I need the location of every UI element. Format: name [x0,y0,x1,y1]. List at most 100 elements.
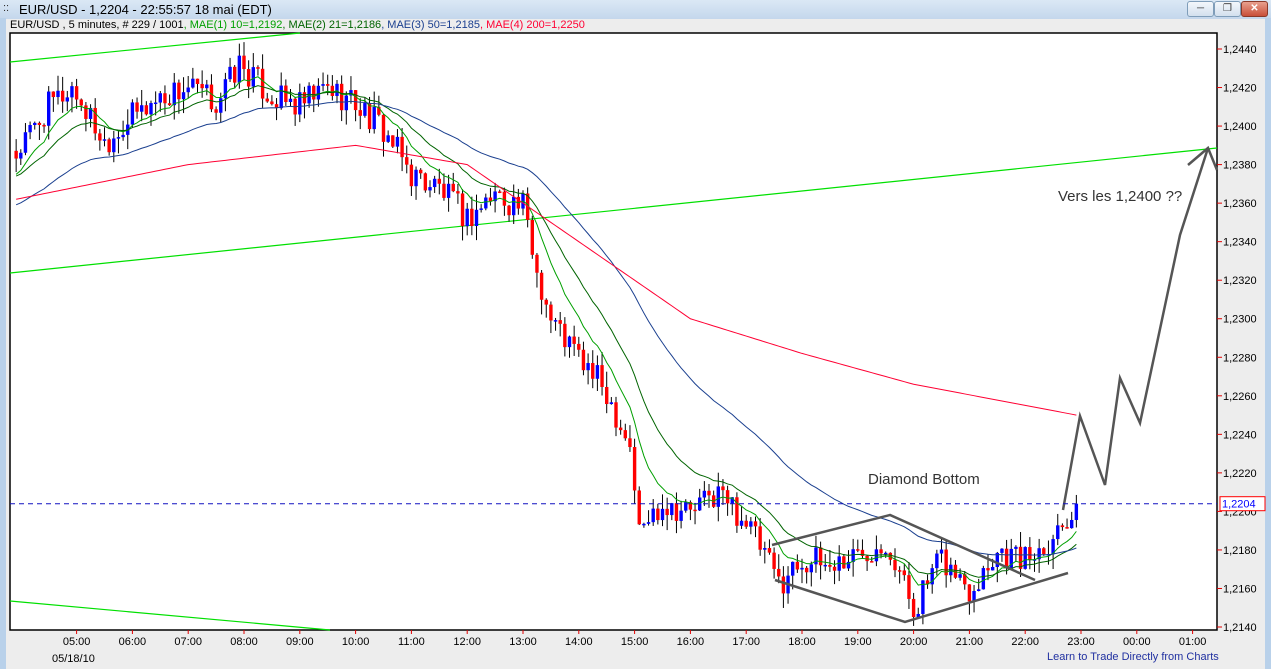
candle-body [470,208,474,227]
x-tick-label: 01:00 [1179,636,1207,648]
candle-body [512,196,516,216]
price-chart[interactable]: 1,2440 1,2420 1,2400 1,2380 1,2360 1,2340 1,23… [0,0,1271,669]
candle [1023,546,1027,570]
candle-body [153,102,158,105]
candle-body [832,566,837,571]
candle-body [986,568,990,571]
candle-body [581,349,586,371]
candle-body [609,402,614,405]
candle-body [251,67,255,87]
candle-body [674,503,679,521]
candle-body [372,106,376,130]
x-tick-label: 09:00 [286,636,314,648]
candle-body [586,363,590,371]
candle-body [870,561,874,563]
candle-body [37,122,42,125]
candle-body [744,520,748,527]
candle-body [60,90,65,102]
candle-body [205,84,209,89]
candle-body [893,559,897,571]
candle-body [335,83,339,96]
candle-body [65,97,69,102]
candle-body [707,490,711,496]
candle-body [256,67,260,69]
candle-body [400,136,404,158]
plot-area[interactable] [9,32,1218,631]
candle-body [567,336,572,348]
candle-body [33,122,37,126]
candle-body [432,178,437,188]
candle-body [288,98,293,103]
candle-body [163,93,167,104]
diamond-bottom-label: Diamond Bottom [868,471,980,488]
candle-body [656,508,660,521]
candle-body [186,87,190,93]
candle-body [474,209,479,227]
candle-body [897,570,902,572]
candle-body [51,91,56,98]
candle-body [549,304,553,321]
y-tick-label: 1,2240 [1223,429,1257,441]
candle-body [1014,546,1018,549]
candle-body [1056,525,1060,540]
candle-body [693,509,697,512]
y-tick-label: 1,2440 [1223,44,1257,56]
y-tick-label: 1,2140 [1223,622,1257,634]
candle-body [70,86,74,98]
candle-body [14,150,18,159]
candle-body [326,84,330,86]
date-label: 05/18/10 [52,653,95,665]
candle-body [1074,503,1079,520]
candle-body [967,584,972,602]
candle-body [167,103,172,106]
candle [530,215,534,259]
candle [391,135,395,148]
candle-body [646,522,651,524]
candle-body [442,183,446,198]
candle-body [358,110,362,116]
learn-link[interactable]: Learn to Trade Directly from Charts [1047,651,1219,663]
candle-body [367,103,372,130]
candle-body [451,183,455,192]
candle-body [637,490,641,525]
candle-body [977,589,981,592]
candle-body [19,152,23,159]
candle-body [321,84,325,86]
candle-body [414,169,418,187]
candle-body [405,157,409,165]
y-tick-label: 1,2180 [1223,545,1257,557]
candle-body [498,191,502,193]
candle-body [195,78,200,84]
candle-body [209,84,214,110]
candle-body [130,102,135,125]
candle-body [507,205,511,216]
candle-body [237,55,242,83]
candle-body [107,139,111,153]
candle-body [721,486,725,491]
candle-body [884,552,888,555]
candle-body [795,561,800,570]
candle-body [339,83,344,111]
candle-body [939,549,944,554]
candle-body [391,135,395,147]
y-tick-label: 1,2320 [1223,275,1257,287]
candle-body [158,93,162,103]
candle [423,172,428,193]
candle-body [344,95,348,111]
candle-body [312,85,316,100]
x-tick-label: 22:00 [1011,636,1039,648]
y-tick-label: 1,2360 [1223,198,1257,210]
candle-body [144,105,149,115]
candle-body [842,556,846,569]
candle-body [56,90,60,98]
candle-body [618,427,623,431]
candle-body [632,447,637,491]
x-tick-label: 13:00 [509,636,537,648]
candle-body [777,568,781,577]
candle-body [298,92,302,115]
candle-body [539,272,544,300]
y-tick-label: 1,2340 [1223,237,1257,249]
candle-body [614,402,618,428]
y-tick-label: 1,2300 [1223,314,1257,326]
candle-body [958,574,962,578]
